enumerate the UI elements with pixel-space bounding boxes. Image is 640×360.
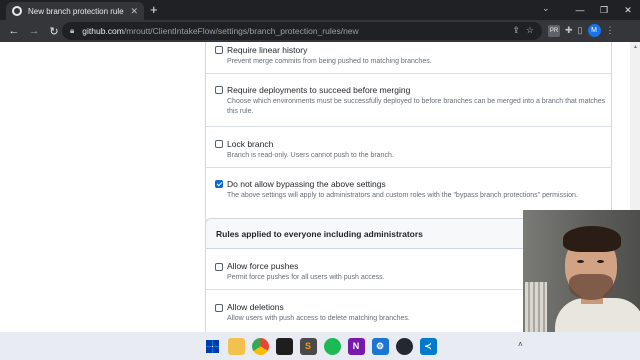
- webcam-overlay: [523, 210, 640, 332]
- tab-title: New branch protection rule: [28, 6, 124, 16]
- puzzle-extensions-icon[interactable]: ✚: [565, 25, 573, 36]
- url-path: /mroutt/ClientIntakeFlow/settings/branch…: [123, 26, 359, 36]
- rule-lock-branch: Lock branch Branch is read-only. Users c…: [206, 127, 611, 168]
- app-icon[interactable]: ⚙: [371, 337, 389, 355]
- onenote-icon[interactable]: N: [347, 337, 365, 355]
- bookmark-star-icon[interactable]: ☆: [526, 25, 534, 36]
- browser-toolbar: ← → ↻ 🔒︎ github.com/mroutt/ClientIntakeF…: [0, 20, 640, 42]
- rule-title: Require linear history: [227, 45, 308, 55]
- checkbox-allow-deletions[interactable]: [215, 304, 223, 312]
- extension-icon[interactable]: PR: [548, 24, 560, 37]
- new-tab-button[interactable]: +: [150, 2, 158, 18]
- terminal-icon[interactable]: [275, 337, 293, 355]
- checkbox-linear-history[interactable]: [215, 46, 223, 54]
- back-icon[interactable]: ←: [4, 25, 24, 37]
- rule-title: Do not allow bypassing the above setting…: [227, 179, 386, 189]
- admin-rules-title: Rules applied to everyone including admi…: [216, 229, 423, 239]
- minimize-button[interactable]: —: [568, 5, 592, 15]
- menu-kebab-icon[interactable]: ⋮: [606, 25, 615, 36]
- windows-start-icon[interactable]: [204, 338, 221, 355]
- forward-icon[interactable]: →: [24, 25, 44, 37]
- chrome-icon[interactable]: [251, 337, 269, 355]
- browser-titlebar: New branch protection rule ✕ + ⌄ — ❐ ✕: [0, 0, 640, 20]
- window-controls: — ❐ ✕: [568, 0, 640, 20]
- spotify-icon[interactable]: [323, 337, 341, 355]
- sublime-icon[interactable]: S: [299, 337, 317, 355]
- webcam-person-hair: [563, 226, 621, 252]
- close-window-button[interactable]: ✕: [616, 5, 640, 16]
- rule-description: Branch is read-only. Users cannot push t…: [227, 152, 394, 159]
- rule-title: Require deployments to succeed before me…: [227, 85, 411, 95]
- maximize-button[interactable]: ❐: [592, 5, 616, 16]
- share-icon[interactable]: ⇪: [512, 25, 520, 36]
- webcam-person-eye: [577, 260, 584, 263]
- rule-no-bypass: Do not allow bypassing the above setting…: [206, 168, 611, 209]
- lock-icon[interactable]: 🔒︎: [70, 26, 74, 36]
- webcam-radiator: [525, 282, 547, 332]
- tray-overflow-icon[interactable]: ˄: [518, 340, 523, 349]
- vscode-icon[interactable]: ≺: [419, 337, 437, 355]
- url-host: github.com: [82, 26, 124, 36]
- scroll-up-arrow-icon[interactable]: ▲: [633, 44, 638, 50]
- side-panel-icon[interactable]: ▯: [578, 25, 583, 36]
- rule-require-deployments: Require deployments to succeed before me…: [206, 74, 611, 127]
- github-desktop-icon[interactable]: [395, 337, 413, 355]
- rule-title: Lock branch: [227, 139, 274, 149]
- rule-description: The above settings will apply to adminis…: [227, 192, 578, 199]
- checkbox-no-bypass[interactable]: [215, 180, 223, 188]
- tab-close-icon[interactable]: ✕: [130, 6, 138, 17]
- github-favicon-icon: [12, 6, 22, 16]
- reload-icon[interactable]: ↻: [44, 25, 64, 38]
- tab-search-icon[interactable]: ⌄: [542, 3, 550, 14]
- rule-title: Allow force pushes: [227, 261, 299, 271]
- address-bar[interactable]: 🔒︎ github.com/mroutt/ClientIntakeFlow/se…: [62, 22, 542, 40]
- webcam-person-beard: [569, 274, 613, 300]
- rule-title: Allow deletions: [227, 302, 284, 312]
- rule-description: Choose which environments must be succes…: [227, 98, 606, 115]
- checkbox-require-deployments[interactable]: [215, 86, 223, 94]
- checkbox-lock-branch[interactable]: [215, 140, 223, 148]
- rule-linear-history: Require linear history Prevent merge com…: [206, 42, 611, 74]
- file-explorer-icon[interactable]: [227, 337, 245, 355]
- windows-taskbar: S N ⚙ ≺: [0, 332, 640, 360]
- rule-description: Prevent merge commits from being pushed …: [227, 58, 432, 65]
- webcam-person-eye: [597, 260, 604, 263]
- browser-tab[interactable]: New branch protection rule ✕: [6, 2, 144, 20]
- extensions-area: PR ✚ ▯ M ⋮: [548, 24, 615, 37]
- checkbox-allow-force-pushes[interactable]: [215, 263, 223, 271]
- profile-avatar[interactable]: M: [587, 24, 601, 37]
